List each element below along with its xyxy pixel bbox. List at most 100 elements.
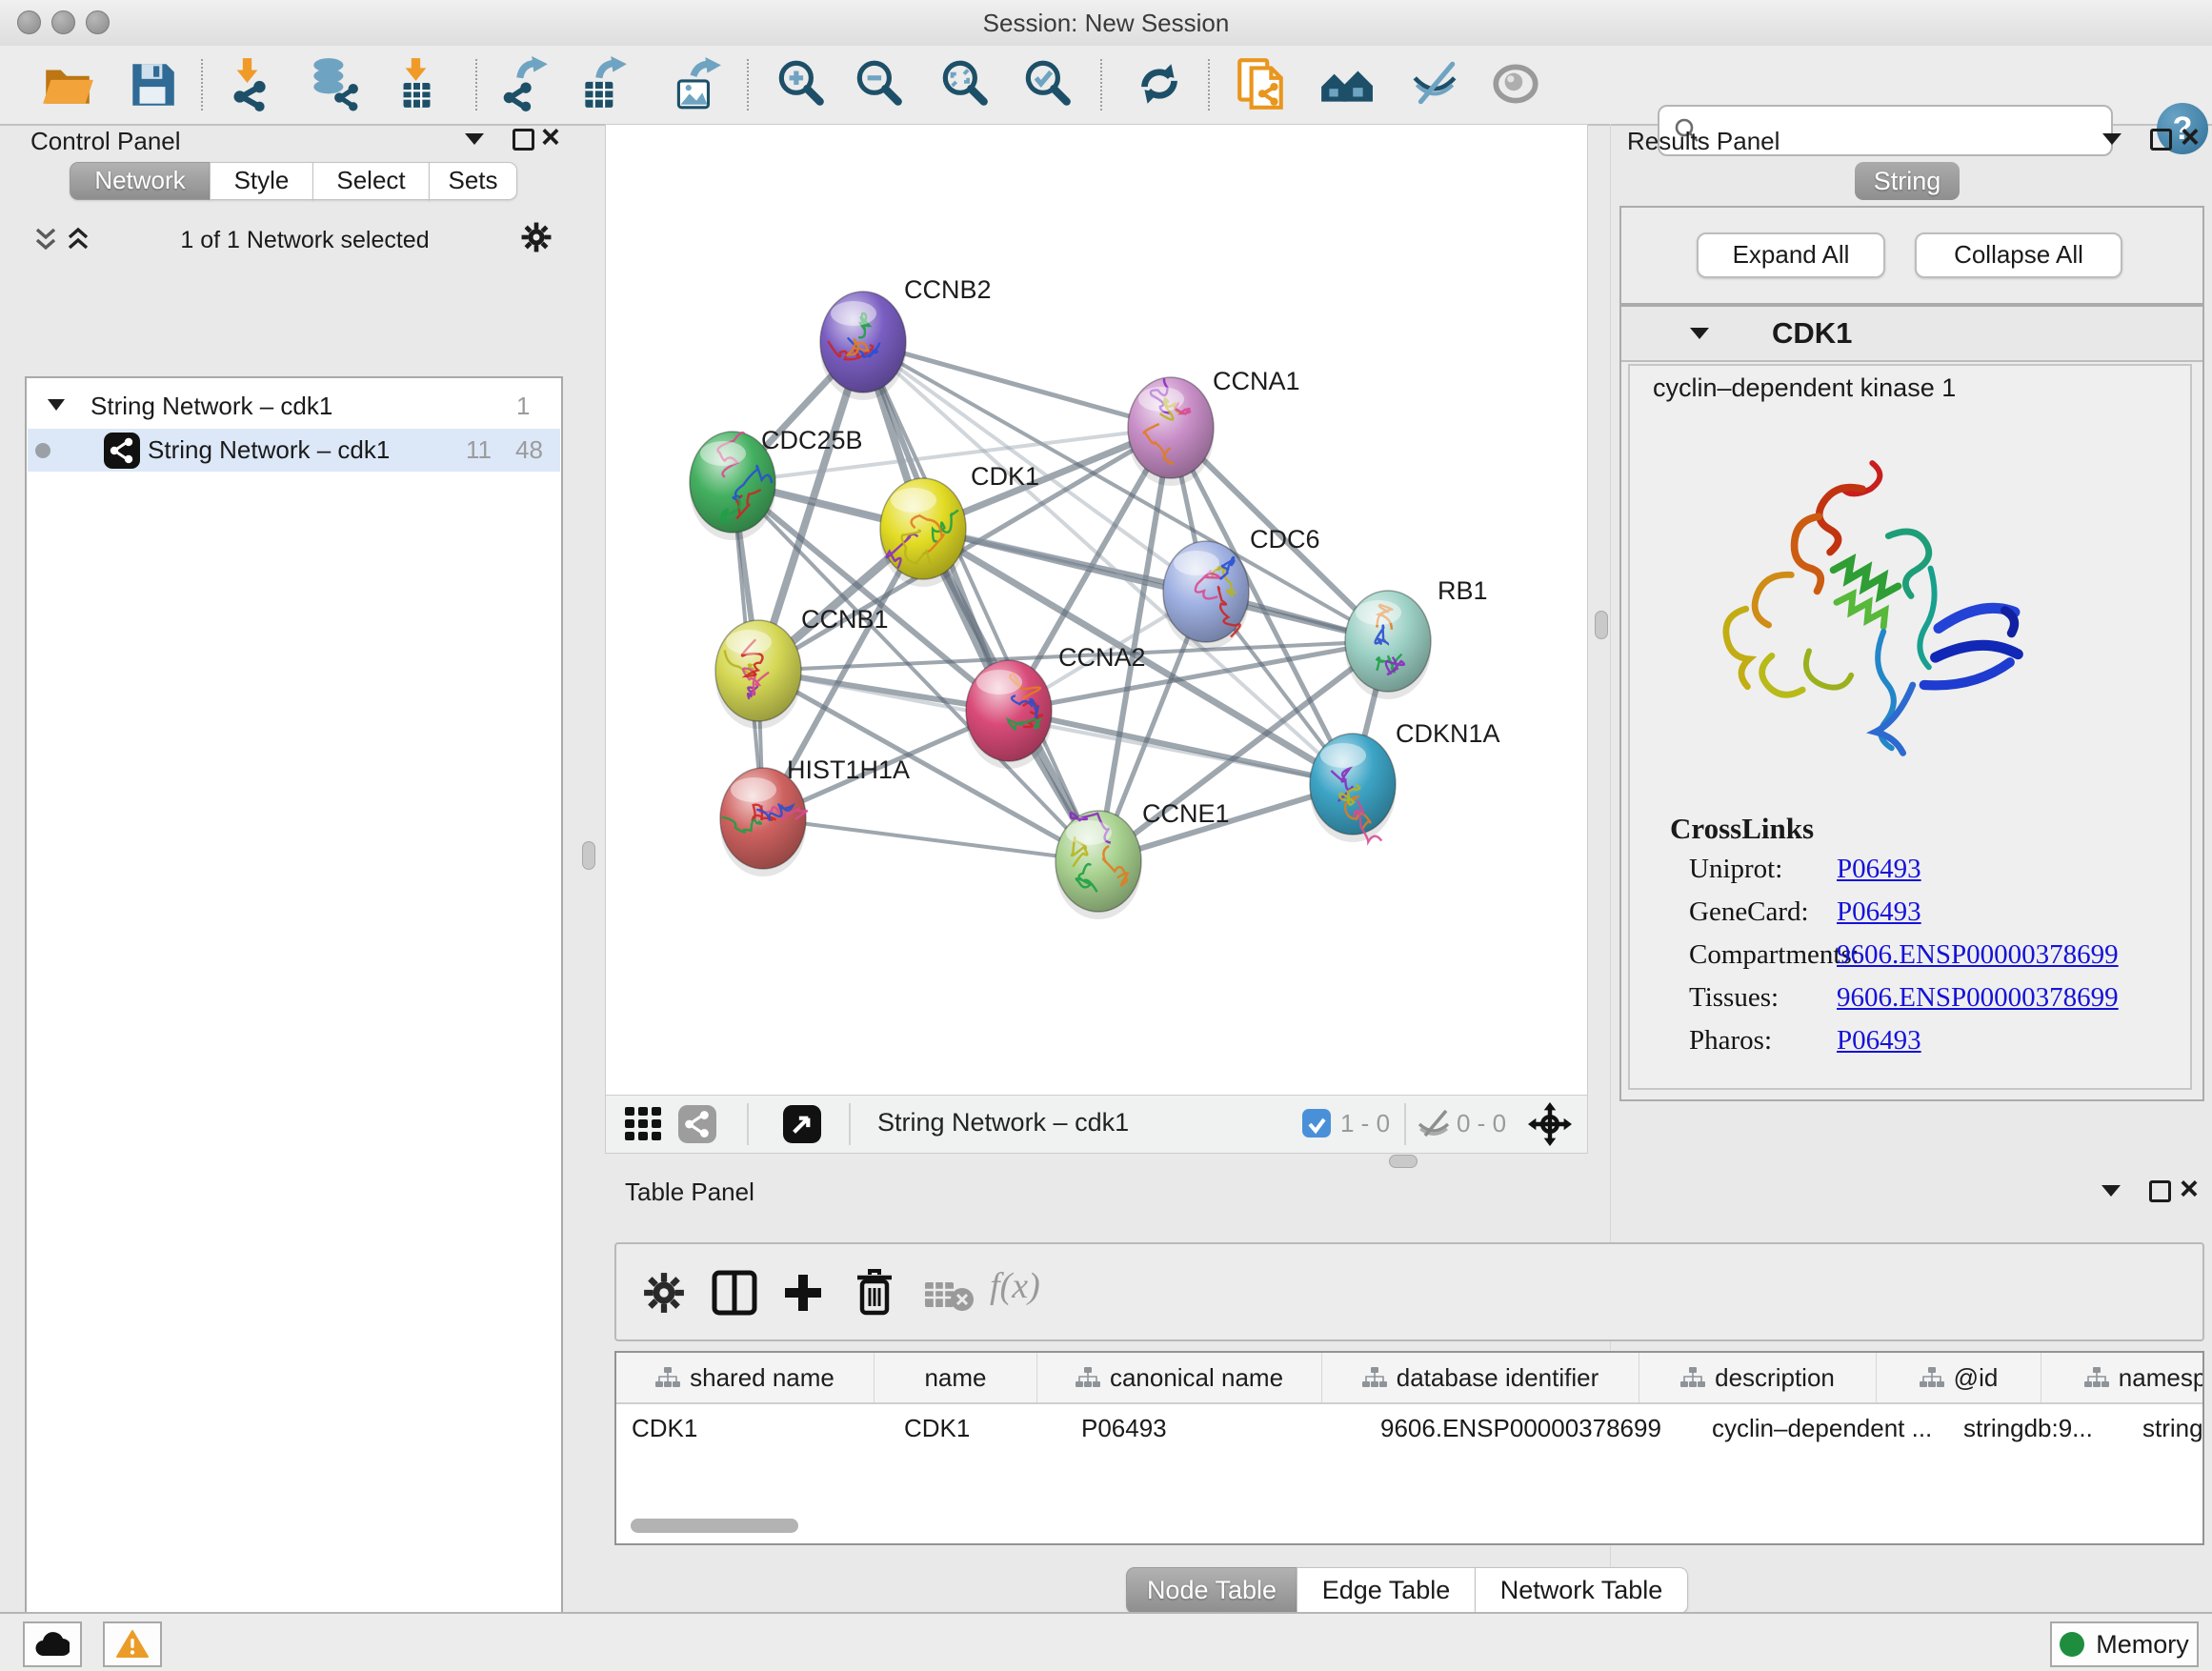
fit-content-button[interactable] [1528,1102,1572,1146]
cloud-status-button[interactable] [23,1621,82,1667]
export-image-button[interactable] [668,56,723,111]
tab-sets[interactable]: Sets [429,162,517,200]
table-panel-collapse-icon[interactable] [2101,1185,2121,1197]
left-splitter-handle[interactable] [582,841,595,870]
column-header-canonical-name[interactable]: canonical name [1037,1353,1322,1402]
zoom-selected-button[interactable] [1019,56,1075,111]
save-session-button[interactable] [125,56,180,111]
import-network-button[interactable] [220,56,275,111]
show-columns-button[interactable] [711,1269,758,1317]
results-panel-title: Results Panel [1627,127,1780,156]
selected-nodes-checkbox[interactable] [1302,1109,1331,1137]
tab-select[interactable]: Select [312,162,430,200]
network-node-CDC6[interactable] [1163,541,1249,650]
refresh-icon [1132,56,1187,111]
network-node-CDKN1A[interactable] [1310,734,1396,842]
collapse-all-button[interactable]: Collapse All [1915,232,2122,278]
table-options-button[interactable] [642,1271,686,1315]
network-node-CCNA1[interactable] [1128,377,1214,486]
crosslink-genecard-link[interactable]: P06493 [1837,896,1921,928]
network-node-HIST1H1A[interactable] [720,768,808,876]
collapse-all-networks-button[interactable] [32,227,59,253]
tab-string[interactable]: String [1855,162,1960,200]
cell-description[interactable]: cyclin–dependent ... [1697,1404,1948,1452]
network-edge[interactable] [763,818,1098,861]
import-network-from-database-button[interactable] [305,56,360,111]
right-splitter-handle[interactable] [1595,611,1608,639]
tab-network-table[interactable]: Network Table [1475,1567,1688,1614]
tab-network[interactable]: Network [70,162,211,200]
network-node-CCNB1[interactable] [715,620,801,729]
show-all-panels-button[interactable] [1318,56,1374,111]
tab-node-table[interactable]: Node Table [1126,1567,1297,1614]
column-header-description[interactable]: description [1639,1353,1877,1402]
control-panel-float-icon[interactable] [513,129,534,151]
results-panel-collapse-icon[interactable] [2102,133,2122,145]
expand-all-networks-button[interactable] [65,227,91,253]
network-collection-row[interactable]: String Network – cdk1 1 [27,386,561,429]
hide-panels-button[interactable] [1407,56,1462,111]
string-panel-toggle-button[interactable] [678,1105,716,1143]
birds-eye-view-button[interactable] [625,1107,665,1141]
control-panel-collapse-icon[interactable] [465,133,484,145]
column-header-database-identifier[interactable]: database identifier [1322,1353,1639,1402]
column-header-id[interactable]: @id [1877,1353,2041,1402]
checkbox-checked-icon [1302,1109,1331,1137]
delete-column-button[interactable] [852,1267,897,1317]
refresh-view-button[interactable] [1132,56,1187,111]
network-options-button[interactable] [520,221,553,253]
network-row-selected[interactable]: String Network – cdk1 11 48 [28,429,560,472]
clone-network-button[interactable] [1234,56,1289,111]
open-session-button[interactable] [40,56,95,111]
collection-expand-icon[interactable] [48,399,65,411]
cell-id[interactable]: stringdb:9... [1948,1404,2127,1452]
crosslink-tissues-link[interactable]: 9606.ENSP00000378699 [1837,982,2119,1014]
export-table-button[interactable] [575,56,631,111]
export-network-button[interactable] [498,56,553,111]
preview-eye-button[interactable] [1488,56,1543,111]
zoom-in-button[interactable] [773,56,828,111]
import-network-icon [220,56,275,111]
horizontal-scrollbar-thumb[interactable] [631,1519,798,1533]
import-table-button[interactable] [389,56,444,111]
network-node-CCNB2[interactable] [820,292,906,400]
hidden-elements-icon[interactable] [1416,1109,1452,1137]
add-column-button[interactable] [779,1269,827,1317]
network-node-RB1[interactable] [1345,591,1431,699]
results-panel-float-icon[interactable] [2150,129,2172,151]
zoom-out-button[interactable] [851,56,906,111]
network-node-CCNE1[interactable] [1056,811,1141,919]
cell-canonical-name[interactable]: P06493 [1066,1404,1365,1452]
cell-database-identifier[interactable]: 9606.ENSP00000378699 [1365,1404,1697,1452]
table-row[interactable]: CDK1 CDK1 P06493 9606.ENSP00000378699 cy… [616,1404,2202,1452]
zoom-fit-button[interactable] [936,56,992,111]
network-canvas[interactable]: CCNB2CCNA1CDC25BCDK1CDC6RB1CCNB1CCNA2CDK… [605,124,1588,1097]
gene-section-header[interactable]: CDK1 [1621,307,2202,362]
tab-style[interactable]: Style [210,162,313,200]
network-status-bar: String Network – cdk1 1 - 0 0 - 0 [605,1095,1588,1154]
expand-all-button[interactable]: Expand All [1697,232,1885,278]
table-panel-close-icon[interactable]: × [2180,1176,2199,1202]
cell-shared-name[interactable]: CDK1 [616,1404,889,1452]
gene-collapse-icon[interactable] [1690,328,1709,339]
warnings-button[interactable] [103,1621,162,1667]
export-view-button[interactable] [783,1105,821,1143]
crosslink-uniprot-link[interactable]: P06493 [1837,854,1921,885]
network-node-CCNA2[interactable] [966,660,1052,769]
network-node-CDK1[interactable] [880,478,966,587]
control-panel-close-icon[interactable]: × [541,124,560,151]
column-header-shared-name[interactable]: shared name [616,1353,875,1402]
table-panel-float-icon[interactable] [2149,1180,2171,1202]
cell-name[interactable]: CDK1 [889,1404,1066,1452]
results-panel-close-icon[interactable]: × [2181,124,2200,151]
network-graph[interactable]: CCNB2CCNA1CDC25BCDK1CDC6RB1CCNB1CCNA2CDK… [606,125,1587,1096]
column-header-namespace[interactable]: namespace [2041,1353,2204,1402]
bottom-splitter-handle[interactable] [1389,1155,1418,1168]
tab-edge-table[interactable]: Edge Table [1297,1567,1476,1614]
memory-button[interactable]: Memory [2050,1621,2199,1667]
cell-namespace[interactable]: stringdb [2127,1404,2204,1452]
crosslink-pharos-link[interactable]: P06493 [1837,1025,1921,1057]
column-header-name[interactable]: name [875,1353,1037,1402]
crosslink-compartments-link[interactable]: 9606.ENSP00000378699 [1837,939,2119,971]
eye-slash-icon [1407,56,1462,111]
